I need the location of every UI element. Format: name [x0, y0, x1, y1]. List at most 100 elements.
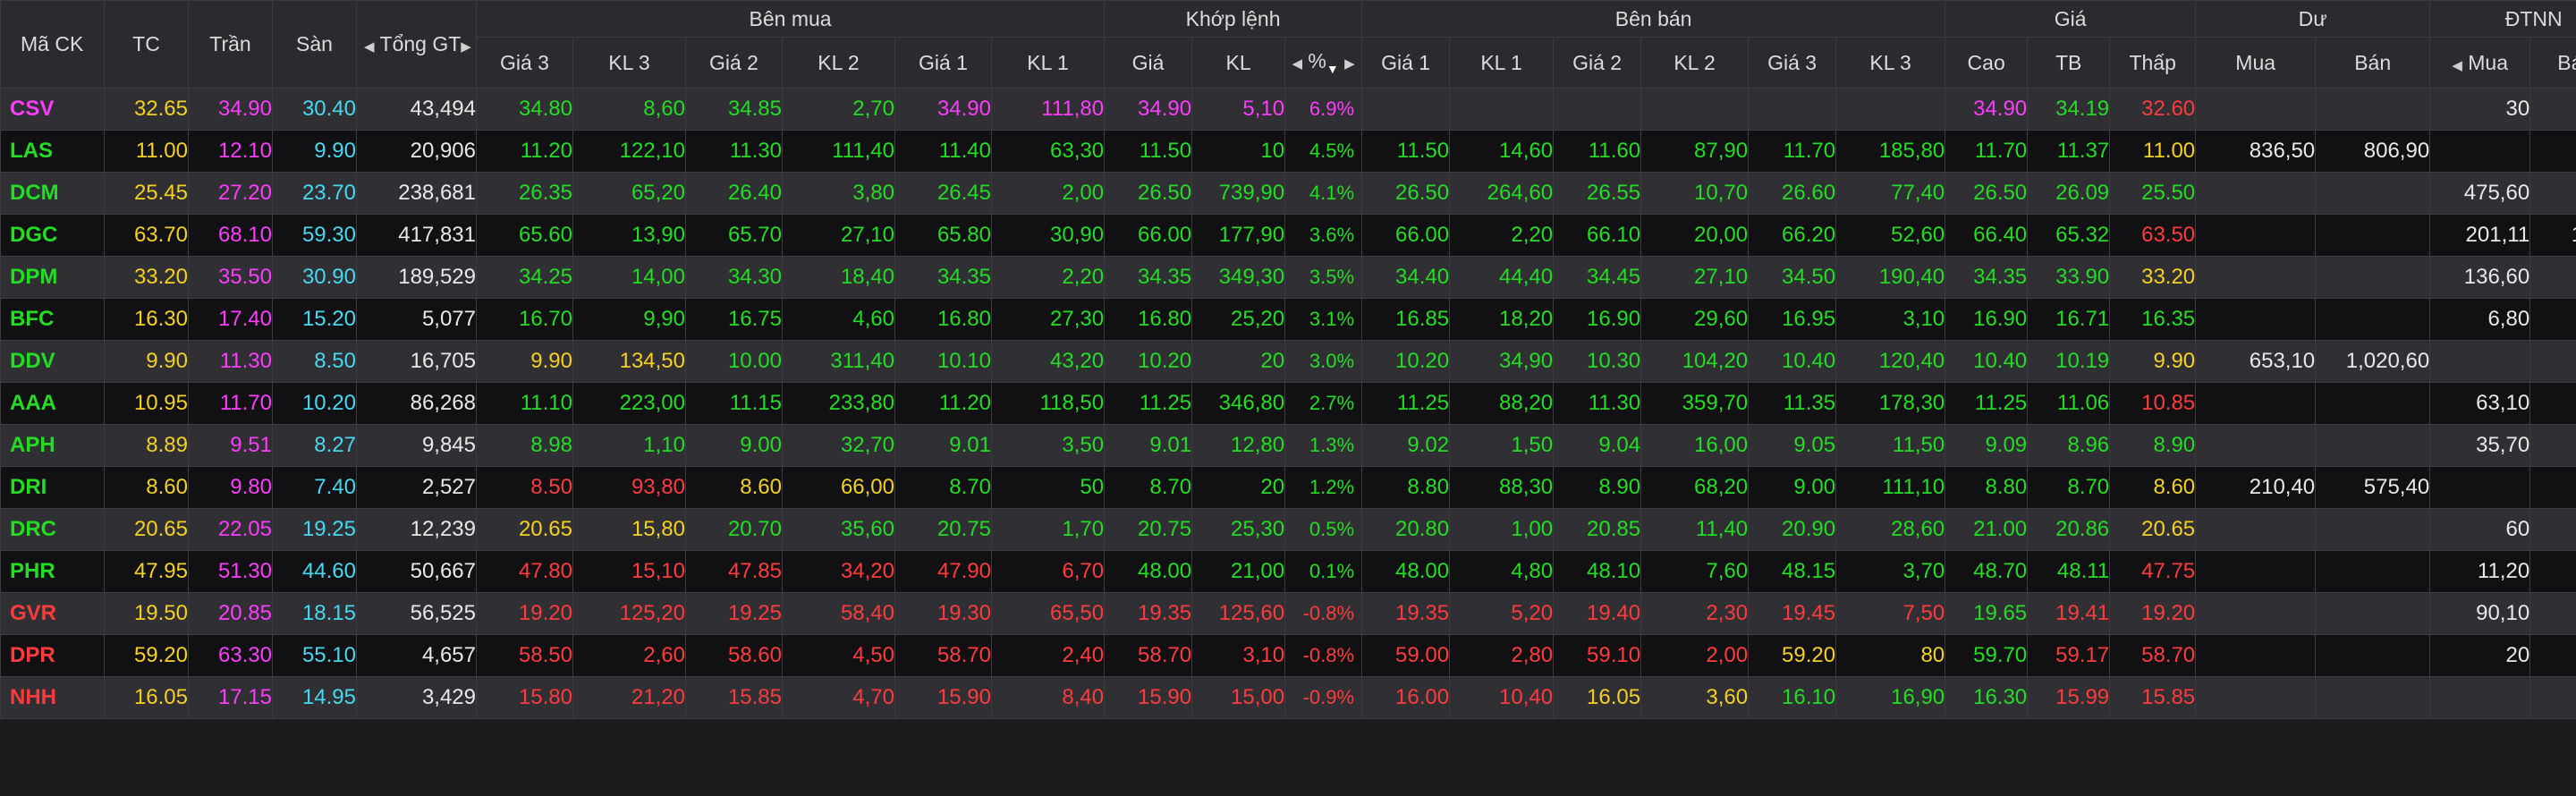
stock-row[interactable]: DRI 8.60 9.80 7.40 2,527 8.50 93,80 8.60 66,00 8.…	[0, 466, 2576, 509]
header-sell-vol-3[interactable]: KL 3	[1835, 37, 1946, 89]
sell-price-1-cell[interactable]: 10.20	[1361, 340, 1451, 383]
sell-price-3-cell[interactable]: 66.20	[1748, 214, 1837, 257]
caret-left-icon[interactable]: ◀	[2452, 58, 2462, 73]
buy-price-1-cell[interactable]: 26.45	[894, 172, 992, 215]
sell-price-2-cell[interactable]: 16.90	[1553, 298, 1642, 341]
stock-row[interactable]: DRC 20.65 22.05 19.25 12,239 20.65 15,80 20.70 3…	[0, 508, 2576, 551]
symbol-cell[interactable]: APH	[0, 424, 105, 467]
buy-price-2-cell[interactable]: 58.60	[685, 634, 783, 677]
stock-row[interactable]: DDV 9.90 11.30 8.50 16,705 9.90 134,50 10.00 311…	[0, 340, 2576, 383]
buy-price-1-cell[interactable]: 19.30	[894, 592, 992, 635]
header-symbol[interactable]: Mã CK	[0, 0, 105, 89]
header-sell-price-1[interactable]: Giá 1	[1361, 37, 1451, 89]
buy-price-3-cell[interactable]: 8.50	[476, 466, 573, 509]
stock-row[interactable]: CSV 32.65 34.90 30.40 43,494 34.80 8,60 34.85 2,…	[0, 88, 2576, 131]
header-foreign-sell[interactable]: Bán ▶	[2529, 37, 2576, 89]
sell-price-2-cell[interactable]: 20.85	[1553, 508, 1642, 551]
sell-price-1-cell[interactable]: 8.80	[1361, 466, 1451, 509]
stock-row[interactable]: DCM 25.45 27.20 23.70 238,681 26.35 65,20 26.40…	[0, 172, 2576, 215]
stock-row[interactable]: BFC 16.30 17.40 15.20 5,077 16.70 9,90 16.75 4,6…	[0, 298, 2576, 341]
sell-price-1-cell[interactable]: 19.35	[1361, 592, 1451, 635]
header-buy-price-2[interactable]: Giá 2	[685, 37, 783, 89]
sell-price-1-cell[interactable]: 20.80	[1361, 508, 1451, 551]
header-avg-price[interactable]: TB	[2027, 37, 2111, 89]
buy-price-2-cell[interactable]: 8.60	[685, 466, 783, 509]
buy-price-3-cell[interactable]: 58.50	[476, 634, 573, 677]
sort-desc-icon[interactable]: ▼	[1326, 62, 1339, 76]
buy-price-3-cell[interactable]: 16.70	[476, 298, 573, 341]
header-low-price[interactable]: Thấp	[2109, 37, 2197, 89]
sell-price-3-cell[interactable]: 9.05	[1748, 424, 1837, 467]
sell-price-1-cell[interactable]: 26.50	[1361, 172, 1451, 215]
header-high-price[interactable]: Cao	[1945, 37, 2029, 89]
sell-price-2-cell[interactable]: 8.90	[1553, 466, 1642, 509]
buy-price-3-cell[interactable]: 20.65	[476, 508, 573, 551]
sell-price-2-cell[interactable]: 34.45	[1553, 256, 1642, 299]
sell-price-1-cell[interactable]: 66.00	[1361, 214, 1451, 257]
sell-price-1-cell[interactable]: 9.02	[1361, 424, 1451, 467]
sell-price-2-cell[interactable]: 48.10	[1553, 550, 1642, 593]
caret-left-icon[interactable]: ◀	[364, 39, 375, 55]
sell-price-2-cell[interactable]: 66.10	[1553, 214, 1642, 257]
sell-price-3-cell[interactable]	[1748, 88, 1837, 131]
buy-price-3-cell[interactable]: 34.80	[476, 88, 573, 131]
buy-price-1-cell[interactable]: 65.80	[894, 214, 992, 257]
buy-price-2-cell[interactable]: 19.25	[685, 592, 783, 635]
symbol-cell[interactable]: DPR	[0, 634, 105, 677]
header-sell-price-2[interactable]: Giá 2	[1553, 37, 1642, 89]
buy-price-1-cell[interactable]: 15.90	[894, 676, 992, 719]
sell-price-2-cell[interactable]: 26.55	[1553, 172, 1642, 215]
buy-price-2-cell[interactable]: 16.75	[685, 298, 783, 341]
sell-price-2-cell[interactable]: 16.05	[1553, 676, 1642, 719]
sell-price-1-cell[interactable]: 16.00	[1361, 676, 1451, 719]
sell-price-2-cell[interactable]: 11.30	[1553, 382, 1642, 425]
sell-price-1-cell[interactable]: 16.85	[1361, 298, 1451, 341]
buy-price-3-cell[interactable]: 8.98	[476, 424, 573, 467]
header-buy-price-1[interactable]: Giá 1	[894, 37, 992, 89]
stock-row[interactable]: NHH 16.05 17.15 14.95 3,429 15.80 21,20 15.85 4,…	[0, 676, 2576, 719]
symbol-cell[interactable]: DDV	[0, 340, 105, 383]
buy-price-2-cell[interactable]: 11.15	[685, 382, 783, 425]
buy-price-2-cell[interactable]: 65.70	[685, 214, 783, 257]
buy-price-3-cell[interactable]: 9.90	[476, 340, 573, 383]
sell-price-1-cell[interactable]: 11.50	[1361, 130, 1451, 173]
buy-price-3-cell[interactable]: 47.80	[476, 550, 573, 593]
stock-row[interactable]: APH 8.89 9.51 8.27 9,845 8.98 1,10 9.00 32,70 9.0…	[0, 424, 2576, 467]
header-residual-buy[interactable]: Mua	[2195, 37, 2317, 89]
buy-price-2-cell[interactable]: 10.00	[685, 340, 783, 383]
header-sell-vol-1[interactable]: KL 1	[1449, 37, 1555, 89]
header-buy-vol-2[interactable]: KL 2	[782, 37, 895, 89]
header-sell-vol-2[interactable]: KL 2	[1640, 37, 1750, 89]
caret-right-icon[interactable]: ▶	[461, 39, 471, 55]
sell-price-1-cell[interactable]: 48.00	[1361, 550, 1451, 593]
sell-price-3-cell[interactable]: 19.45	[1748, 592, 1837, 635]
header-buy-vol-3[interactable]: KL 3	[572, 37, 686, 89]
header-total-value[interactable]: ◀ Tổng GT▶	[356, 0, 477, 89]
header-residual-sell[interactable]: Bán	[2315, 37, 2431, 89]
sell-price-3-cell[interactable]: 20.90	[1748, 508, 1837, 551]
sell-price-3-cell[interactable]: 11.35	[1748, 382, 1837, 425]
stock-row[interactable]: DGC 63.70 68.10 59.30 417,831 65.60 13,90 65.70…	[0, 214, 2576, 257]
symbol-cell[interactable]: BFC	[0, 298, 105, 341]
symbol-cell[interactable]: GVR	[0, 592, 105, 635]
stock-row[interactable]: AAA 10.95 11.70 10.20 86,268 11.10 223,00 11.15…	[0, 382, 2576, 425]
caret-right-icon[interactable]: ▶	[1344, 56, 1355, 72]
buy-price-3-cell[interactable]: 26.35	[476, 172, 573, 215]
stock-row[interactable]: LAS 11.00 12.10 9.90 20,906 11.20 122,10 11.30 1…	[0, 130, 2576, 173]
buy-price-2-cell[interactable]: 47.85	[685, 550, 783, 593]
buy-price-2-cell[interactable]: 20.70	[685, 508, 783, 551]
header-foreign-buy[interactable]: ◀ Mua	[2429, 37, 2531, 89]
sell-price-3-cell[interactable]: 26.60	[1748, 172, 1837, 215]
symbol-cell[interactable]: NHH	[0, 676, 105, 719]
stock-row[interactable]: GVR 19.50 20.85 18.15 56,525 19.20 125,20 19.25…	[0, 592, 2576, 635]
buy-price-1-cell[interactable]: 34.35	[894, 256, 992, 299]
sell-price-2-cell[interactable]: 10.30	[1553, 340, 1642, 383]
symbol-cell[interactable]: PHR	[0, 550, 105, 593]
header-floor-price[interactable]: Sàn	[272, 0, 357, 89]
sell-price-3-cell[interactable]: 48.15	[1748, 550, 1837, 593]
header-buy-vol-1[interactable]: KL 1	[990, 37, 1106, 89]
symbol-cell[interactable]: DRI	[0, 466, 105, 509]
stock-row[interactable]: PHR 47.95 51.30 44.60 50,667 47.80 15,10 47.85 3…	[0, 550, 2576, 593]
buy-price-1-cell[interactable]: 9.01	[894, 424, 992, 467]
sell-price-2-cell[interactable]: 59.10	[1553, 634, 1642, 677]
